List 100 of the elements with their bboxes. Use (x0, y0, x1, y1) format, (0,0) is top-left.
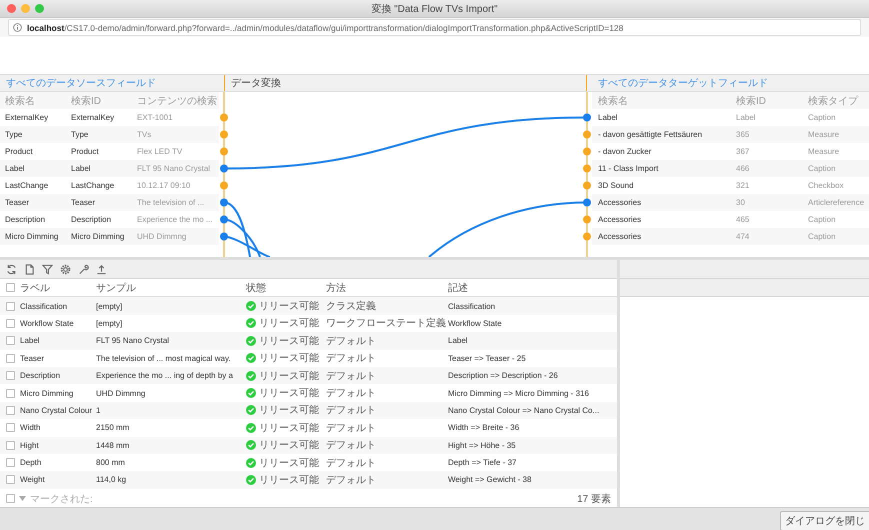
table-cell-text: 800 mm (96, 458, 126, 468)
field-type: Checkbox (808, 181, 845, 190)
status-text: リリース可能 (259, 456, 319, 470)
field-id: ExternalKey (71, 113, 116, 122)
status-text: リリース可能 (259, 422, 319, 435)
table-cell-text: The television of ... most magical way. (96, 354, 232, 363)
wrench-icon[interactable] (78, 264, 89, 274)
status-text: リリース可能 (259, 300, 319, 314)
connector-dot[interactable] (583, 148, 591, 156)
table-cell-text: Width (20, 423, 42, 432)
status-text: リリース可能 (259, 334, 319, 348)
check-icon (246, 336, 256, 346)
field-name: Micro Dimming (5, 232, 60, 241)
footer-checkbox[interactable] (6, 494, 15, 503)
field-content: 10.12.17 09:10 (137, 181, 192, 190)
field-id: 321 (736, 181, 750, 190)
field-content: FLT 95 Nano Crystal (137, 164, 212, 173)
close-window-icon[interactable] (7, 4, 16, 13)
check-icon (246, 388, 256, 398)
row-checkbox[interactable] (6, 458, 15, 468)
table-cell-text: Width => Breite - 36 (448, 423, 520, 432)
table-cell-text: 1 (96, 406, 102, 415)
field-id: 30 (736, 198, 746, 207)
row-checkbox[interactable] (6, 336, 15, 346)
row-checkbox[interactable] (6, 475, 15, 484)
connector-dot[interactable] (583, 182, 591, 190)
column-header: 検索名 (5, 94, 36, 108)
address-field[interactable]: localhost/CS17.0-demo/admin/forward.php?forward=../admin/modules/dataflow/gui/importtransformation/dialogImportTransformation.php&ActiveScriptID=128 (8, 19, 861, 36)
connector-dot[interactable] (583, 114, 591, 122)
column-header: 方法 (326, 282, 347, 295)
check-icon (246, 405, 256, 416)
table-cell-text: [empty] (96, 318, 124, 328)
connector-dot[interactable] (220, 148, 228, 156)
connector-dot[interactable] (583, 232, 591, 240)
connector-dot[interactable] (220, 232, 228, 240)
status-text: リリース可能 (259, 474, 319, 487)
select-all-checkbox[interactable] (6, 283, 15, 292)
caret-icon[interactable] (19, 496, 26, 501)
field-name: 3D Sound (598, 181, 635, 190)
column-header: ラベル (20, 282, 51, 295)
connector-dot[interactable] (220, 130, 228, 138)
field-id: LastChange (71, 181, 116, 190)
field-id: 367 (736, 147, 750, 156)
close-dialog-button[interactable]: ダイアログを閉じ (780, 510, 869, 530)
minimize-window-icon[interactable] (21, 4, 30, 13)
row-checkbox[interactable] (6, 371, 15, 380)
field-name: Product (5, 147, 34, 156)
field-id: Label (71, 164, 92, 173)
check-icon (246, 440, 256, 450)
row-checkbox[interactable] (6, 388, 15, 398)
row-checkbox[interactable] (6, 406, 15, 415)
row-checkbox[interactable] (6, 440, 15, 450)
check-icon (246, 458, 256, 468)
field-id: Teaser (71, 198, 96, 207)
table-cell-text: Label (448, 336, 469, 346)
upload-icon[interactable] (96, 264, 107, 274)
table-cell-text: 2150 mm (96, 423, 130, 432)
field-name: - davon Zucker (598, 147, 652, 156)
settings-icon[interactable] (60, 264, 71, 274)
refresh-icon[interactable] (6, 264, 17, 274)
table-cell-text: Description (20, 371, 62, 380)
check-icon (246, 474, 256, 485)
connector-dot[interactable] (583, 164, 591, 172)
field-type: Articlereference (808, 198, 866, 207)
table-cell-text: Teaser => Teaser - 25 (448, 354, 527, 363)
table-cell-text: Weight (20, 475, 46, 484)
row-checkbox[interactable] (6, 423, 15, 432)
status-text: リリース可能 (259, 316, 319, 330)
row-checkbox[interactable] (6, 318, 15, 328)
status-text: リリース可能 (259, 404, 319, 418)
status-text: リリース可能 (259, 386, 319, 400)
field-name: Label (5, 164, 26, 173)
filter-icon[interactable] (42, 264, 53, 274)
connector-dot[interactable] (583, 216, 591, 224)
status-text: リリース可能 (259, 370, 319, 383)
table-cell-text: デフォルト (326, 370, 377, 383)
field-name: LastChange (5, 181, 50, 190)
panel-title: すべてのデータソースフィールド (6, 77, 156, 90)
table-cell-text: デフォルト (326, 439, 377, 452)
connector-dot[interactable] (583, 130, 591, 138)
field-type: Caption (808, 232, 837, 241)
table-cell-text: デフォルト (326, 334, 377, 348)
field-name: - davon gesättigte Fettsäuren (598, 130, 704, 139)
connector-dot[interactable] (583, 198, 591, 206)
row-checkbox[interactable] (6, 354, 15, 363)
field-id: 465 (736, 215, 750, 224)
zoom-window-icon[interactable] (35, 4, 44, 13)
connector-dot[interactable] (220, 164, 228, 172)
connector-dot[interactable] (220, 216, 228, 224)
row-checkbox[interactable] (6, 302, 15, 311)
connector-dot[interactable] (220, 198, 228, 206)
new-document-icon[interactable] (24, 264, 35, 274)
info-icon[interactable] (13, 23, 22, 32)
connector-dot[interactable] (220, 114, 228, 122)
table-cell-text: デフォルト (326, 404, 377, 418)
column-header: 状態 (246, 282, 267, 295)
field-name: Type (5, 130, 24, 139)
connector-dot[interactable] (220, 182, 228, 190)
marked-label: マークされた: (30, 492, 93, 506)
status-text: リリース可能 (259, 352, 319, 366)
